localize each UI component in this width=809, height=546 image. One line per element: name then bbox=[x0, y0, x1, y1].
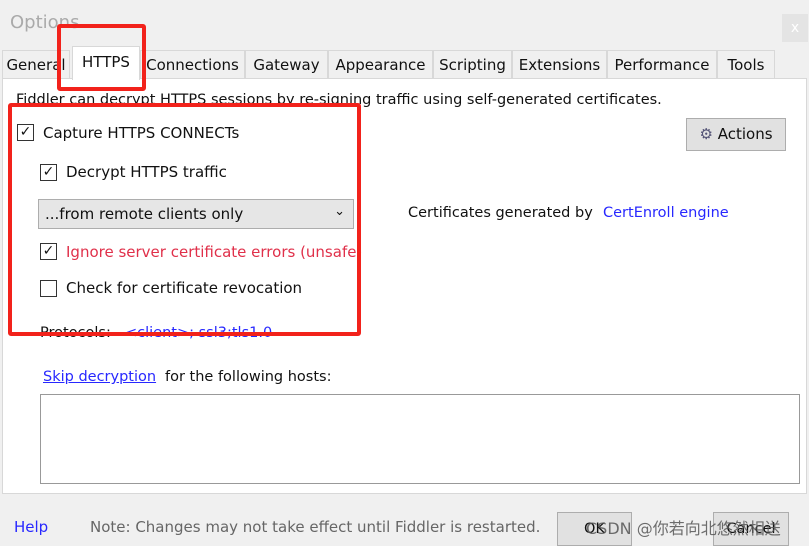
help-link[interactable]: Help bbox=[14, 518, 48, 536]
tab-performance[interactable]: Performance bbox=[607, 50, 717, 78]
tab-gateway[interactable]: Gateway bbox=[245, 50, 328, 78]
certificate-icon: ⚙ bbox=[699, 125, 713, 143]
certenroll-link[interactable]: CertEnroll engine bbox=[603, 205, 729, 221]
close-button[interactable]: x bbox=[782, 14, 808, 42]
watermark: CSDN @你若向北悠然相送 bbox=[586, 519, 781, 538]
actions-label: Actions bbox=[717, 125, 773, 143]
skip-hosts-label: for the following hosts: bbox=[165, 369, 332, 385]
skip-decryption-link[interactable]: Skip decryption bbox=[43, 369, 156, 385]
skip-hosts-textarea[interactable] bbox=[40, 394, 800, 484]
tab-tools[interactable]: Tools bbox=[717, 50, 775, 78]
tab-scripting[interactable]: Scripting bbox=[433, 50, 512, 78]
highlight-settings bbox=[8, 103, 361, 336]
tab-connections[interactable]: Connections bbox=[140, 50, 245, 78]
highlight-https-tab bbox=[57, 24, 146, 91]
restart-note: Note: Changes may not take effect until … bbox=[90, 518, 541, 536]
cert-text: Certificates generated by bbox=[408, 205, 593, 221]
actions-button[interactable]: ⚙ Actions bbox=[686, 118, 786, 151]
tab-extensions[interactable]: Extensions bbox=[512, 50, 607, 78]
tab-appearance[interactable]: Appearance bbox=[328, 50, 433, 78]
